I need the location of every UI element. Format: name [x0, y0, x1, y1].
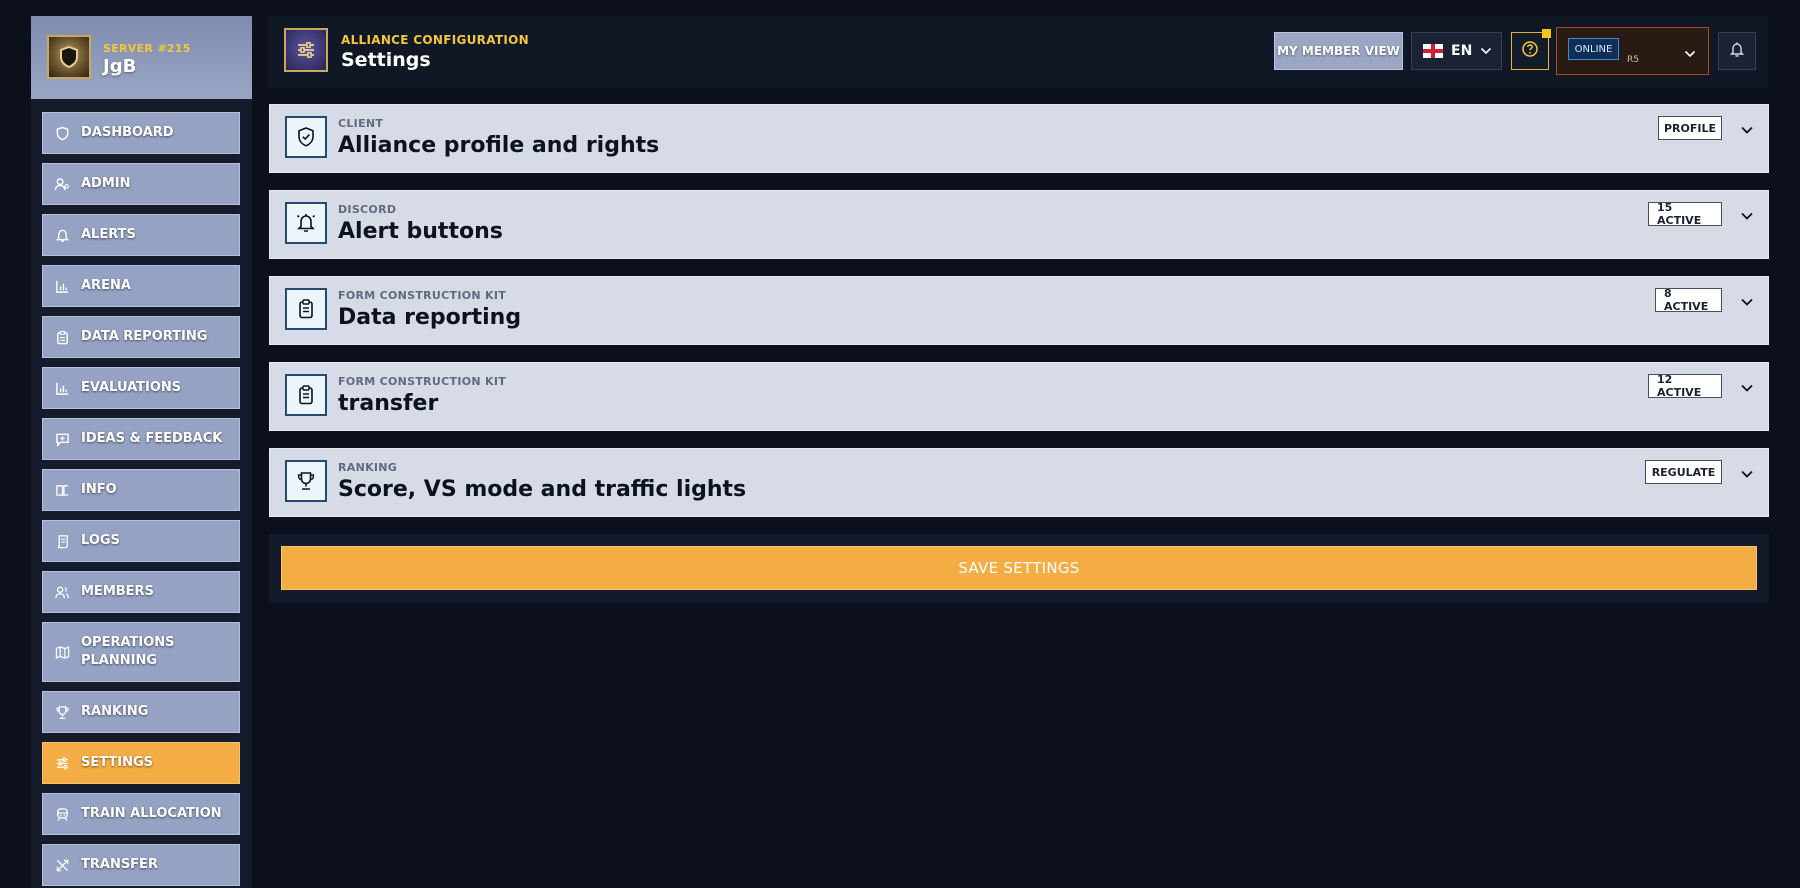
flag-icon [1423, 44, 1443, 58]
chevron-down-icon[interactable] [1739, 380, 1755, 396]
page-subtitle: ALLIANCE CONFIGURATION [341, 33, 529, 47]
transfer-icon [43, 858, 81, 873]
notifications-button[interactable] [1718, 32, 1756, 70]
map-icon [43, 645, 81, 660]
sidebar-item-label: IDEAS & FEEDBACK [81, 431, 223, 446]
sidebar-item-label: INFO [81, 482, 117, 497]
shield-icon [43, 126, 81, 141]
sidebar-item-dashboard[interactable]: DASHBOARD [42, 112, 240, 154]
card-title: Data reporting [338, 305, 522, 330]
sidebar-item-label: TRAIN ALLOCATION [81, 806, 222, 821]
chevron-down-icon[interactable] [1739, 294, 1755, 310]
sidebar-item-label: ALERTS [81, 227, 136, 242]
shield-icon [47, 35, 91, 79]
card-title: Alliance profile and rights [338, 133, 660, 158]
sidebar-item-label: DASHBOARD [81, 125, 174, 140]
server-name: JgB [103, 56, 137, 77]
sidebar-item-label: SETTINGS [81, 755, 154, 770]
sidebar-item-arena[interactable]: ARENA [42, 265, 240, 307]
bell-icon [43, 228, 81, 243]
settings-card-transfer[interactable]: FORM CONSTRUCTION KIT transfer 12 ACTIVE [269, 362, 1769, 431]
card-badge: PROFILE [1658, 116, 1722, 140]
clipboard-icon [285, 374, 327, 416]
users-icon [43, 585, 81, 600]
question-circle-icon [1521, 40, 1539, 62]
settings-card-alert-buttons[interactable]: DISCORD Alert buttons 15 ACTIVE [269, 190, 1769, 259]
settings-card-data-reporting[interactable]: FORM CONSTRUCTION KIT Data reporting 8 A… [269, 276, 1769, 345]
sidebar-item-label: LOGS [81, 533, 120, 548]
user-admin-icon [43, 177, 81, 192]
sidebar-item-data-reporting[interactable]: DATA REPORTING [42, 316, 240, 358]
card-category: RANKING [338, 461, 398, 474]
sidebar-item-admin[interactable]: ADMIN [42, 163, 240, 205]
rank-label: R5 [1627, 55, 1639, 65]
card-title: transfer [338, 391, 439, 416]
sidebar-item-evaluations[interactable]: EVALUATIONS [42, 367, 240, 409]
settings-card-score-vs-mode[interactable]: RANKING Score, VS mode and traffic light… [269, 448, 1769, 517]
card-title: Score, VS mode and traffic lights [338, 477, 747, 502]
chevron-down-icon[interactable] [1739, 208, 1755, 224]
save-bar: SAVE SETTINGS [269, 534, 1769, 603]
sidebar-item-label: EVALUATIONS [81, 380, 182, 395]
language-label: EN [1451, 43, 1473, 59]
card-category: FORM CONSTRUCTION KIT [338, 375, 507, 388]
scroll-icon [43, 534, 81, 549]
train-icon [43, 807, 81, 822]
account-status-dropdown[interactable]: ONLINE R5 [1556, 27, 1709, 75]
server-card[interactable]: SERVER #215 JgB [31, 16, 252, 99]
chevron-down-icon[interactable] [1739, 466, 1755, 482]
chevron-down-icon [1684, 43, 1696, 62]
sidebar-item-members[interactable]: MEMBERS [42, 571, 240, 613]
sidebar-item-operations-planning[interactable]: OPERATIONS PLANNING [42, 622, 240, 682]
card-badge: REGULATE [1645, 460, 1722, 484]
trophy-icon [43, 705, 81, 720]
sidebar-item-settings[interactable]: SETTINGS [42, 742, 240, 784]
sidebar-item-label: RANKING [81, 704, 149, 719]
card-badge: 12 ACTIVE [1648, 373, 1722, 399]
sidebar-item-alerts[interactable]: ALERTS [42, 214, 240, 256]
sidebar-item-ideas-feedback[interactable]: IDEAS & FEEDBACK [42, 418, 240, 460]
chevron-down-icon [1480, 43, 1492, 59]
sidebar-item-label: OPERATIONS PLANNING [81, 635, 175, 668]
server-label: SERVER #215 [103, 42, 191, 55]
shield-check-icon [285, 116, 327, 158]
book-icon [43, 483, 81, 498]
page-header: ALLIANCE CONFIGURATION Settings MY MEMBE… [268, 16, 1768, 88]
bell-icon [1729, 41, 1745, 62]
sliders-icon [43, 756, 81, 771]
sidebar-item-train-allocation[interactable]: TRAIN ALLOCATION [42, 793, 240, 835]
sidebar: SERVER #215 JgB DASHBOARD ADMIN ALERTS A… [31, 16, 252, 888]
message-plus-icon [43, 432, 81, 447]
save-settings-button[interactable]: SAVE SETTINGS [281, 546, 1757, 590]
sidebar-item-label: TRANSFER [81, 857, 158, 872]
bell-icon [285, 202, 327, 244]
bar-chart-icon [43, 381, 81, 396]
card-badge: 8 ACTIVE [1655, 287, 1722, 313]
card-category: DISCORD [338, 203, 397, 216]
sidebar-item-label: MEMBERS [81, 584, 154, 599]
sidebar-item-label: ARENA [81, 278, 131, 293]
sidebar-item-label: DATA REPORTING [81, 329, 208, 344]
my-member-view-button[interactable]: MY MEMBER VIEW [1274, 32, 1403, 70]
settings-card-alliance-profile[interactable]: CLIENT Alliance profile and rights PROFI… [269, 104, 1769, 173]
page-title: Settings [341, 49, 431, 71]
online-status-badge: ONLINE [1568, 38, 1619, 60]
chevron-down-icon[interactable] [1739, 122, 1755, 138]
clipboard-icon [285, 288, 327, 330]
card-title: Alert buttons [338, 219, 503, 244]
card-badge: 15 ACTIVE [1648, 201, 1722, 227]
card-category: FORM CONSTRUCTION KIT [338, 289, 507, 302]
sidebar-item-transfer[interactable]: TRANSFER [42, 844, 240, 886]
bar-chart-icon [43, 279, 81, 294]
trophy-icon [285, 460, 327, 502]
sliders-icon [284, 28, 328, 72]
sidebar-item-ranking[interactable]: RANKING [42, 691, 240, 733]
notification-dot [1542, 29, 1551, 38]
sidebar-item-logs[interactable]: LOGS [42, 520, 240, 562]
clipboard-icon [43, 330, 81, 345]
sidebar-item-label: ADMIN [81, 176, 131, 191]
language-select[interactable]: EN [1411, 32, 1502, 70]
card-category: CLIENT [338, 117, 384, 130]
sidebar-item-info[interactable]: INFO [42, 469, 240, 511]
